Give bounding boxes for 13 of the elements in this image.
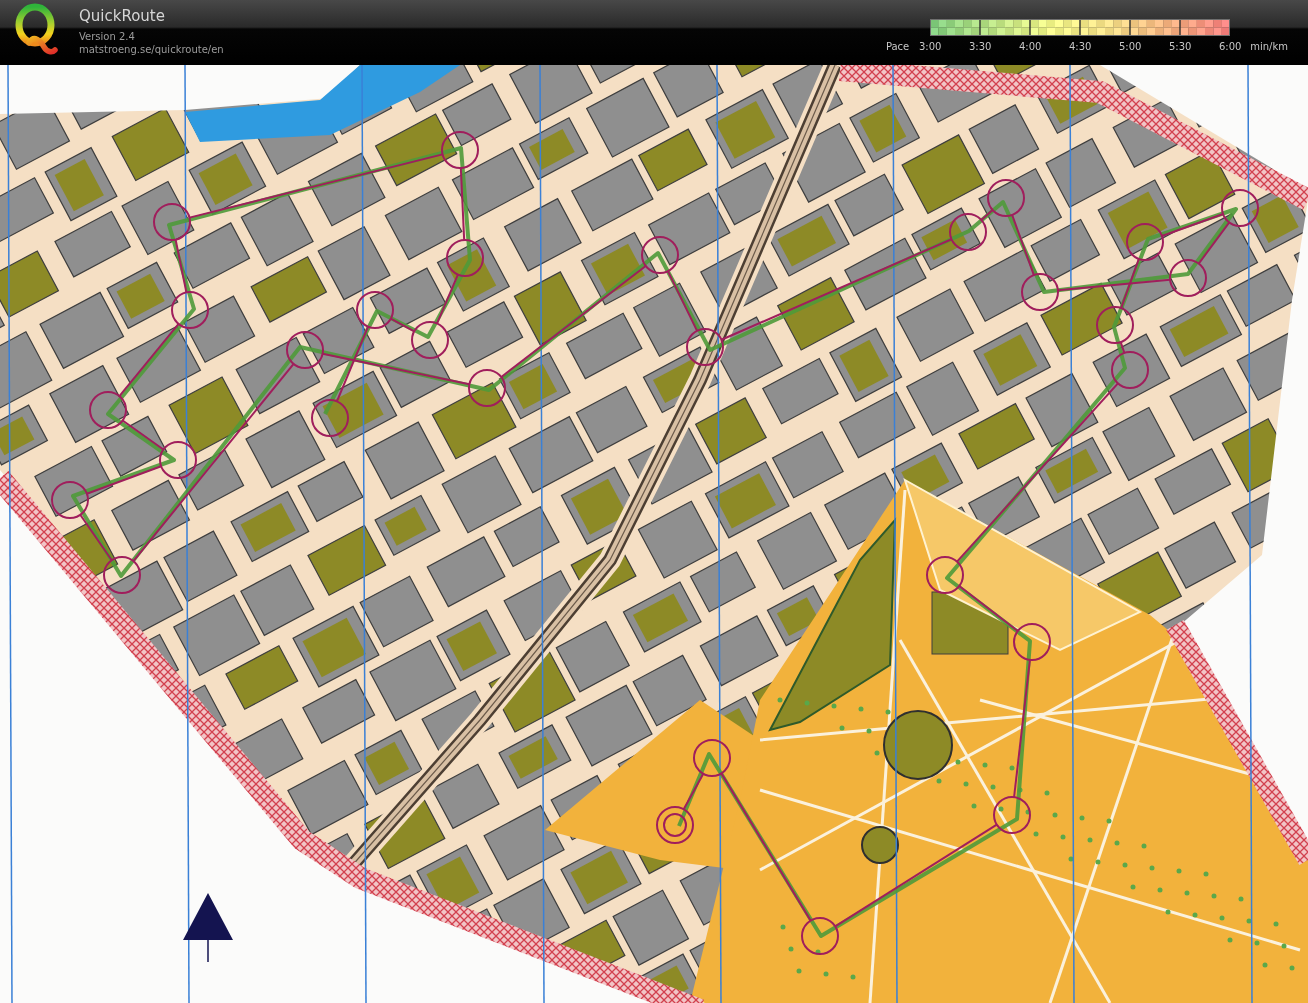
pace-unit-label: min/km	[1250, 40, 1288, 53]
app-title: QuickRoute	[79, 6, 166, 26]
pace-tick-label: 3:30	[968, 40, 993, 53]
pace-tick-label: 5:00	[1118, 40, 1143, 53]
pace-label: Pace	[885, 40, 910, 53]
pace-tick-label: 4:00	[1018, 40, 1043, 53]
pace-tick-label: 5:30	[1168, 40, 1193, 53]
pace-tick-label: 6:00	[1218, 40, 1243, 53]
q-logo-icon	[14, 3, 58, 55]
pace-tick-label: 3:00	[918, 40, 943, 53]
version-text: Version 2.4	[79, 30, 136, 43]
pace-tick-label: 4:30	[1068, 40, 1093, 53]
website-url: matstroeng.se/quickroute/en	[79, 43, 224, 56]
